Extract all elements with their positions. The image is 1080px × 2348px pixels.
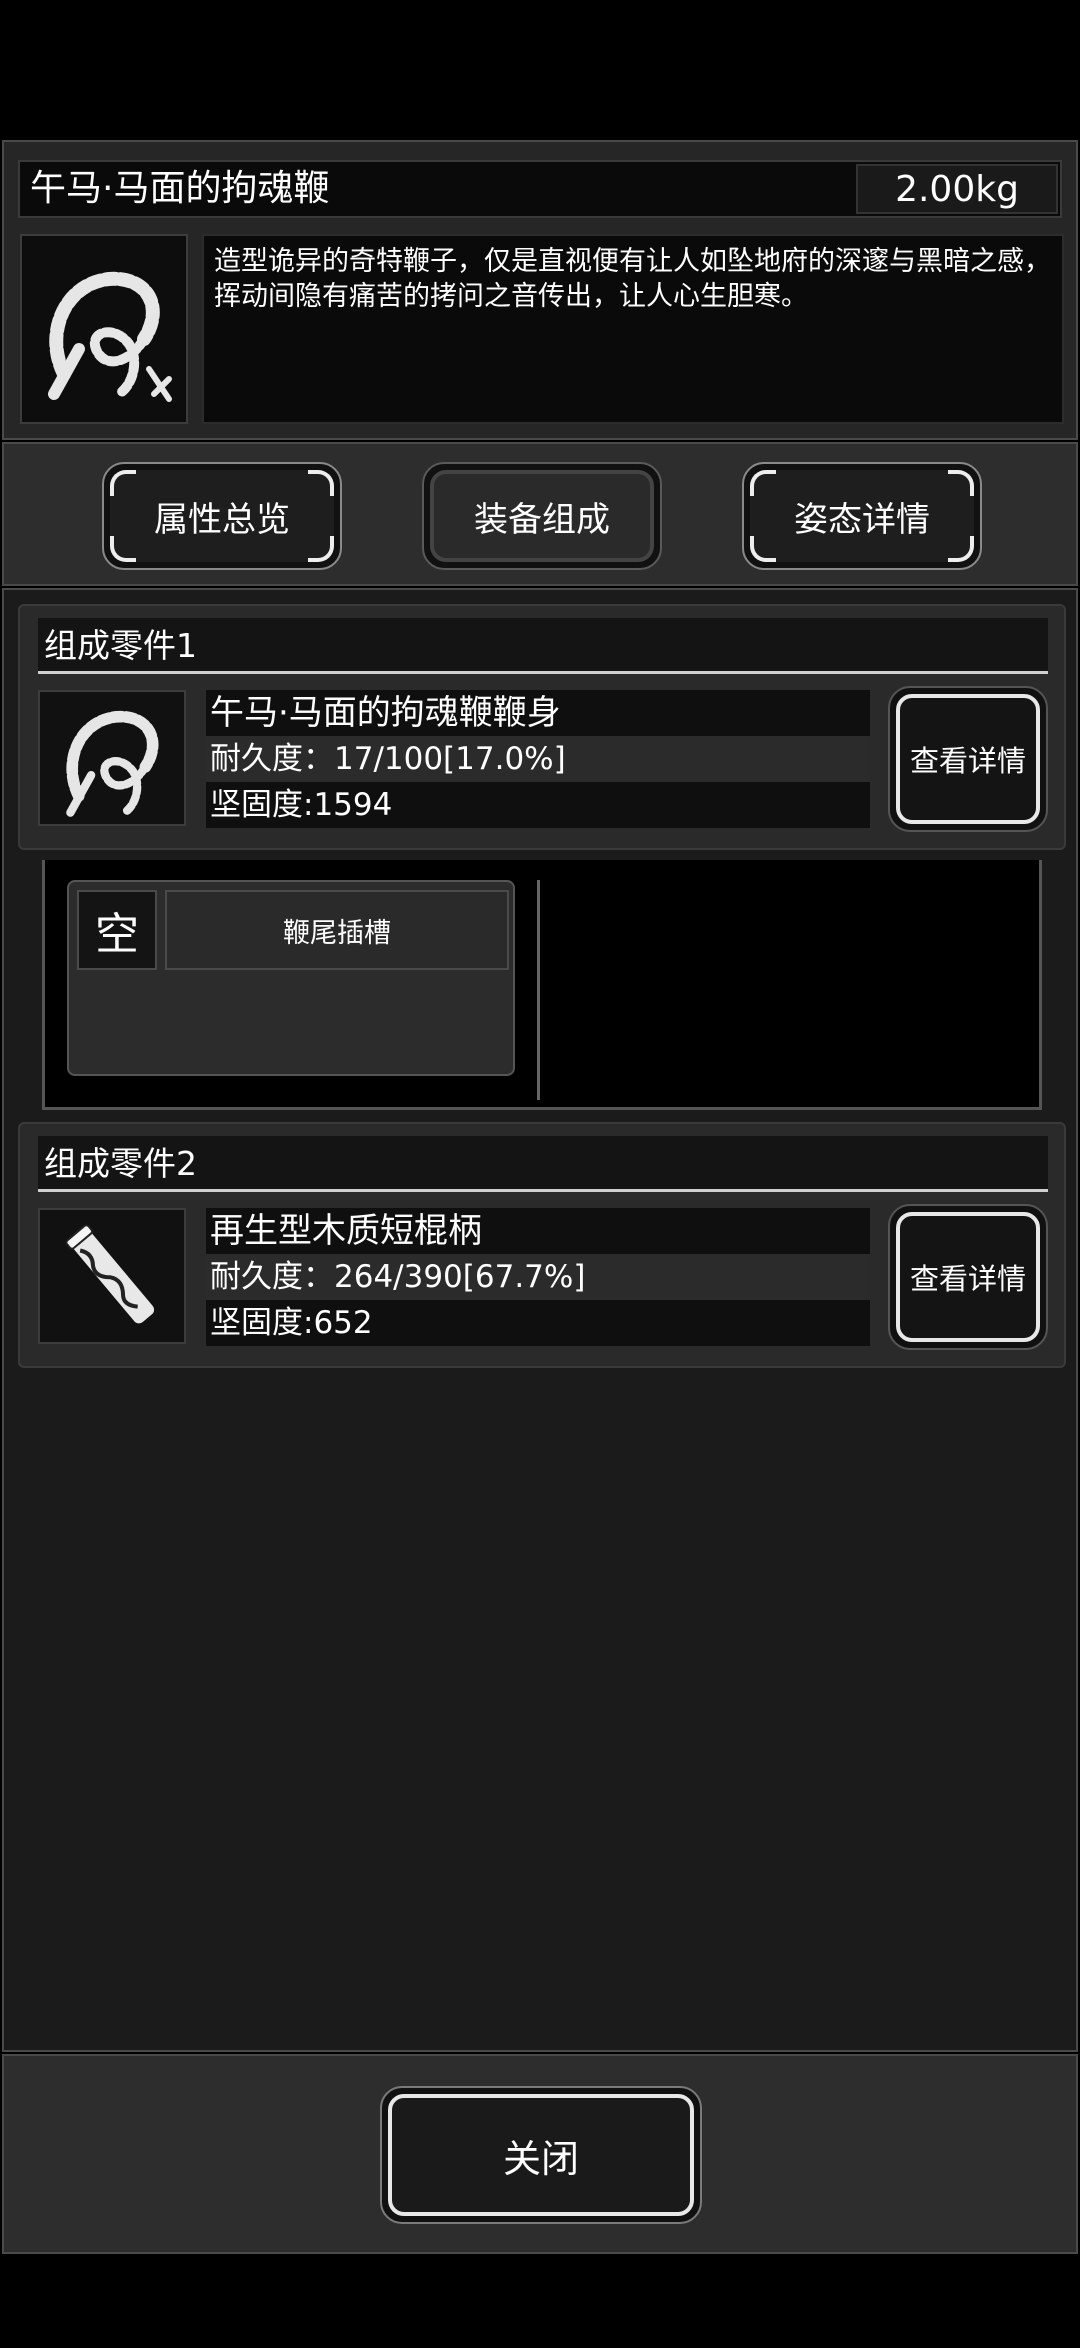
item-info-panel: 午马·马面的拘魂鞭 2.00kg 造型诡异的奇特鞭子，仅是直视便有让人如坠地府的… [2,140,1078,440]
close-button-label: 关闭 [502,2136,579,2181]
tab-attribute-overview-label: 属性总览 [154,499,290,540]
tab-equipment-composition-label: 装备组成 [474,499,610,540]
slot-card[interactable]: 空 鞭尾插槽 [67,880,515,1076]
component-header-text: 组成零件2 [44,1144,197,1183]
component-hardness: 坚固度:1594 [206,782,870,828]
component-header: 组成零件2 [38,1136,1048,1192]
view-details-label: 查看详情 [909,744,1026,778]
component-header-text: 组成零件1 [44,626,197,665]
slot-area: 空 鞭尾插槽 [42,860,1042,1110]
slot-label: 鞭尾插槽 [283,917,391,949]
whip-body-icon [66,710,159,817]
view-details-button[interactable]: 查看详情 [888,1204,1048,1350]
tab-equipment-composition[interactable]: 装备组成 [422,462,662,570]
composition-list[interactable]: 组成零件1 午马·马面的拘魂鞭鞭身 耐久度：17/100[17.0%] 坚固度:… [2,588,1078,2052]
item-description-box: 造型诡异的奇特鞭子，仅是直视便有让人如坠地府的深邃与黑暗之感，挥动间隐有痛苦的拷… [202,234,1064,424]
component-hardness: 坚固度:652 [206,1300,870,1346]
stick-handle-icon [65,1224,155,1324]
component-name: 午马·马面的拘魂鞭鞭身 [206,690,870,736]
item-name: 午马·马面的拘魂鞭 [30,168,330,209]
component-icon-box [38,690,186,826]
component-card: 组成零件1 午马·马面的拘魂鞭鞭身 耐久度：17/100[17.0%] 坚固度:… [18,604,1066,850]
component-durability: 耐久度：17/100[17.0%] [206,736,870,782]
component-stats: 再生型木质短棍柄 耐久度：264/390[67.7%] 坚固度:652 [206,1208,870,1346]
tab-stance-details-label: 姿态详情 [794,499,930,540]
footer-bar: 关闭 [2,2054,1078,2254]
component-icon-box [38,1208,186,1344]
slot-label-box: 鞭尾插槽 [165,890,509,970]
item-description: 造型诡异的奇特鞭子，仅是直视便有让人如坠地府的深邃与黑暗之感，挥动间隐有痛苦的拷… [214,246,1051,312]
item-weight-box: 2.00kg [856,164,1058,214]
component-name: 再生型木质短棍柄 [206,1208,870,1254]
tab-attribute-overview[interactable]: 属性总览 [102,462,342,570]
close-button[interactable]: 关闭 [380,2086,702,2224]
component-stats: 午马·马面的拘魂鞭鞭身 耐久度：17/100[17.0%] 坚固度:1594 [206,690,870,828]
slot-status-box: 空 [77,890,157,970]
view-details-button[interactable]: 查看详情 [888,686,1048,832]
component-header: 组成零件1 [38,618,1048,674]
item-title-bar: 午马·马面的拘魂鞭 2.00kg [18,160,1062,218]
component-card: 组成零件2 再生型木质短棍柄 耐久度：264/390[67.7%] 坚固度:65… [18,1122,1066,1368]
item-weight: 2.00kg [895,168,1019,210]
slot-scroll-divider [537,880,540,1100]
view-details-label: 查看详情 [909,1262,1026,1296]
tab-stance-details[interactable]: 姿态详情 [742,462,982,570]
whip-icon [48,271,172,402]
item-icon-box [20,234,188,424]
component-durability: 耐久度：264/390[67.7%] [206,1254,870,1300]
slot-status: 空 [95,909,139,960]
tabs-bar: 属性总览 装备组成 姿态详情 [2,442,1078,586]
